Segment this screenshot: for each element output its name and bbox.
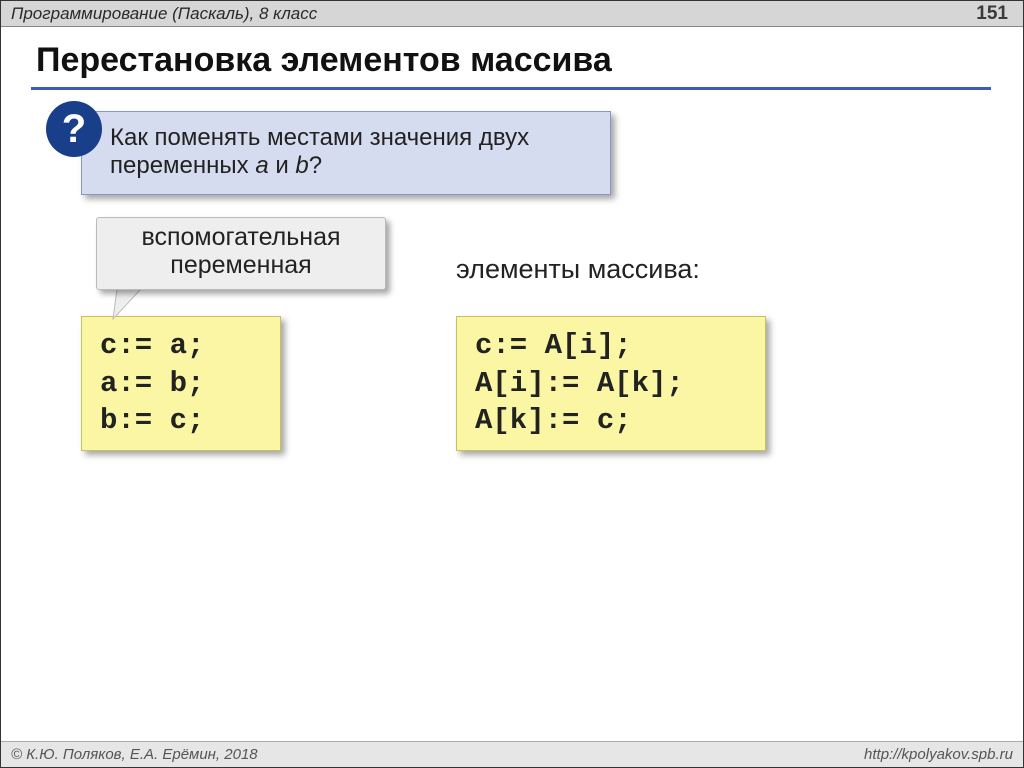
header-title: Программирование (Паскаль), 8 класс: [11, 4, 317, 24]
question-var-a: a: [255, 152, 268, 179]
callout-line2: переменная: [170, 251, 311, 279]
footer-url: http://kpolyakov.spb.ru: [864, 746, 1013, 763]
question-line2-suffix: ?: [309, 152, 322, 179]
question-box: Как поменять местами значения двух перем…: [81, 111, 611, 195]
callout-helper-variable: вспомогательная переменная: [96, 217, 386, 290]
code-swap-variables: c:= a; a:= b; b:= c;: [81, 316, 281, 451]
question-mark-icon: ?: [46, 101, 102, 157]
footer-copyright: © К.Ю. Поляков, Е.А. Ерёмин, 2018: [11, 746, 258, 763]
title-underline: [31, 87, 991, 90]
array-elements-label: элементы массива:: [456, 254, 700, 285]
question-line1: Как поменять местами значения двух: [110, 124, 529, 151]
slide: Программирование (Паскаль), 8 класс 151 …: [0, 0, 1024, 768]
page-title: Перестановка элементов массива: [36, 41, 612, 80]
header-bar: Программирование (Паскаль), 8 класс: [1, 1, 1023, 27]
footer-bar: © К.Ю. Поляков, Е.А. Ерёмин, 2018 http:/…: [1, 741, 1023, 767]
question-line2-prefix: переменных: [110, 152, 255, 179]
question-line2-middle: и: [269, 152, 296, 179]
question-var-b: b: [295, 152, 308, 179]
callout-line1: вспомогательная: [141, 223, 340, 251]
page-number: 151: [976, 3, 1008, 25]
code-swap-array-elements: c:= A[i]; A[i]:= A[k]; A[k]:= c;: [456, 316, 766, 451]
question-mark: ?: [62, 107, 86, 152]
